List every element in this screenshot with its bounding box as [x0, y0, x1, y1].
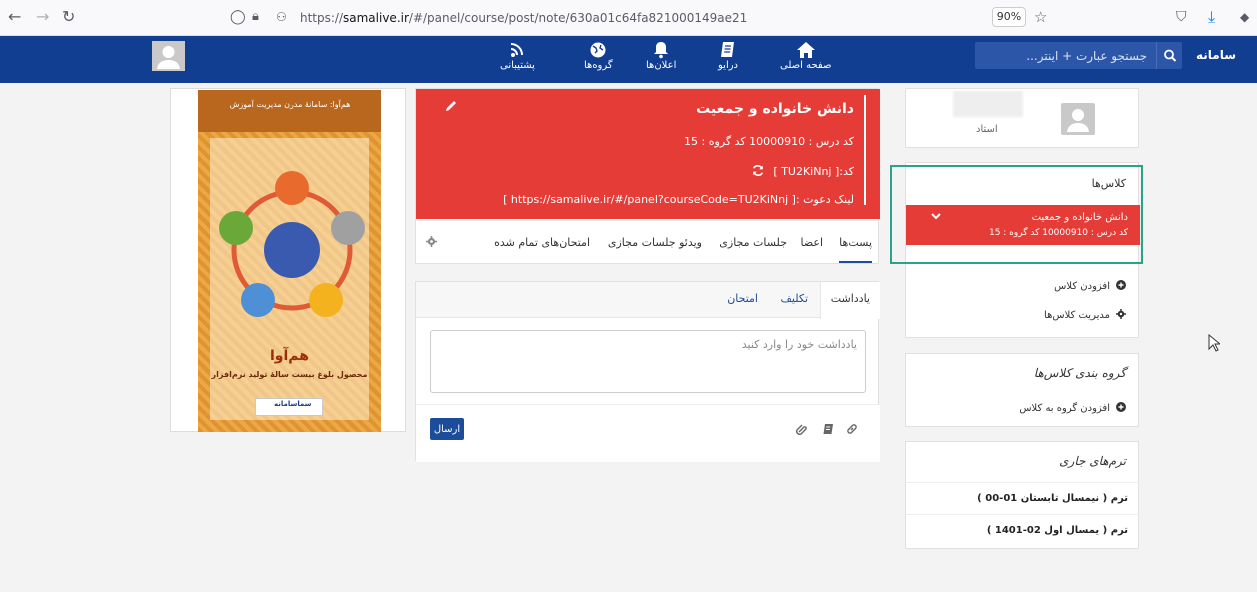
poster-cycle-diagram: [219, 171, 365, 317]
refresh-icon[interactable]: [752, 165, 764, 176]
gear-icon: [1116, 309, 1126, 319]
browser-toolbar: ← → ↻ ◯ 🔒︎ ⚇ https://samalive.ir/#/panel…: [0, 0, 1257, 36]
tab-virtual-sessions[interactable]: جلسات مجازی: [719, 236, 787, 249]
add-group-label: افزودن گروه به کلاس: [1019, 403, 1110, 414]
term-item[interactable]: ترم ( یمسال اول 02-1401 ): [906, 514, 1140, 546]
terms-title: ترم‌های جاری: [1059, 454, 1126, 468]
tab-finished-exams[interactable]: امتحان‌های تمام شده: [494, 236, 590, 249]
user-avatar[interactable]: [152, 41, 185, 71]
permissions-icon[interactable]: ⚇: [276, 8, 287, 26]
manage-classes-link[interactable]: مدیریت کلاس‌ها: [1044, 309, 1126, 321]
invite-code: کد:[ TU2KiNnj ]: [752, 165, 854, 178]
tab-note[interactable]: یادداشت: [819, 282, 880, 319]
nav-support[interactable]: پشتیبانی: [500, 41, 535, 71]
drive-icon: [718, 41, 738, 59]
mouse-cursor-icon: [1208, 334, 1220, 352]
nav-label: اعلان‌ها: [646, 60, 677, 71]
class-groups-title: گروه بندی کلاس‌ها: [1033, 366, 1126, 380]
edit-pencil-icon[interactable]: [444, 99, 458, 113]
term-label: ترم ( یمسال اول 02-1401 ): [986, 525, 1128, 536]
teacher-card: استاد: [905, 88, 1139, 148]
attachment-icon[interactable]: [796, 423, 808, 435]
brand-logo[interactable]: سامانه: [1196, 48, 1236, 62]
poster-subtitle: محصول بلوغ بیست سالهٔ تولید نرم‌افزار: [211, 370, 368, 379]
nav-label: درایو: [718, 60, 739, 71]
extensions-icon[interactable]: ◆: [1240, 8, 1249, 26]
ad-poster[interactable]: هم‌آوا: سامانهٔ مدرن مدیریت آموزش هم‌آوا…: [198, 90, 381, 432]
tab-posts[interactable]: پست‌ها: [839, 236, 872, 263]
poster-header-text: هم‌آوا: سامانهٔ مدرن مدیریت آموزش: [229, 100, 351, 109]
nav-home[interactable]: صفحه اصلی: [780, 41, 831, 71]
post-composer: یادداشت تکلیف امتحان ارسال: [415, 281, 880, 462]
nav-label: صفحه اصلی: [780, 60, 832, 71]
teacher-avatar[interactable]: [1061, 103, 1095, 135]
gear-icon[interactable]: [426, 236, 437, 247]
bookmark-star-icon[interactable]: ☆: [1034, 8, 1047, 26]
search-box: [975, 42, 1182, 69]
add-class-label: افزودن کلاس: [1054, 281, 1110, 292]
nav-notifications[interactable]: اعلان‌ها: [646, 41, 676, 71]
manage-classes-label: مدیریت کلاس‌ها: [1044, 310, 1110, 321]
rss-icon: [507, 41, 527, 59]
search-input[interactable]: [975, 42, 1155, 69]
terms-card: ترم‌های جاری ترم ( نیمسال تابستان 01-00 …: [905, 441, 1140, 549]
invite-code-text: کد:[ TU2KiNnj ]: [773, 165, 854, 178]
home-icon: [796, 41, 816, 59]
course-title: دانش خانواده و جمعیت: [696, 101, 854, 117]
post-footer: ارسال: [416, 404, 880, 462]
ad-poster-card: هم‌آوا: سامانهٔ مدرن مدیریت آموزش هم‌آوا…: [170, 88, 406, 432]
add-class-link[interactable]: افزودن کلاس: [1054, 280, 1126, 292]
term-item[interactable]: ترم ( نیمسال تابستان 01-00 ): [906, 482, 1140, 514]
search-button[interactable]: [1156, 42, 1182, 69]
nav-drive[interactable]: درایو: [718, 41, 738, 71]
forward-icon[interactable]: →: [36, 8, 49, 26]
course-header: دانش خانواده و جمعیت کد درس : 10000910 ک…: [416, 89, 880, 219]
term-label: ترم ( نیمسال تابستان 01-00 ): [977, 493, 1128, 504]
note-input[interactable]: [430, 330, 866, 393]
nav-label: پشتیبانی: [500, 60, 535, 71]
plus-circle-icon: [1116, 402, 1126, 412]
globe-icon: [588, 41, 608, 59]
address-bar[interactable]: ◯ 🔒︎ ⚇ https://samalive.ir/#/panel/cours…: [222, 4, 1072, 32]
book-icon[interactable]: [822, 423, 834, 435]
post-tabs: یادداشت تکلیف امتحان: [416, 282, 880, 319]
course-code: کد درس : 10000910 کد گروه : 15: [684, 135, 854, 148]
invite-link[interactable]: لینک دعوت :[ https://samalive.ir/#/panel…: [503, 193, 854, 206]
top-navbar: پشتیبانی گروه‌ها اعلان‌ها درایو صفحه اصل…: [0, 36, 1257, 83]
send-button[interactable]: ارسال: [430, 418, 464, 440]
class-groups-card: گروه بندی کلاس‌ها افزودن گروه به کلاس: [905, 353, 1139, 427]
shield-icon[interactable]: ◯: [230, 8, 246, 26]
course-tabs: پست‌ها اعضا جلسات مجازی ویدئو جلسات مجاز…: [416, 220, 880, 264]
lock-icon[interactable]: 🔒︎: [252, 8, 259, 26]
plus-circle-icon: [1116, 280, 1126, 290]
poster-logo-text: سماسامانه: [274, 400, 312, 408]
zoom-level[interactable]: 90%: [992, 7, 1026, 27]
tab-exam[interactable]: امتحان: [717, 282, 768, 318]
reload-icon[interactable]: ↻: [62, 8, 75, 26]
header-accent-bar: [864, 95, 866, 205]
tab-assignment[interactable]: تکلیف: [771, 282, 818, 318]
tab-session-videos[interactable]: ویدئو جلسات مجازی: [608, 236, 702, 249]
tab-members[interactable]: اعضا: [800, 236, 823, 249]
highlight-annotation: [890, 165, 1143, 264]
link-icon[interactable]: [846, 423, 858, 435]
back-icon[interactable]: ←: [8, 8, 21, 26]
nav-label: گروه‌ها: [584, 60, 613, 71]
poster-logo: سماسامانه: [255, 398, 323, 416]
teacher-name-redacted: [953, 91, 1023, 117]
nav-groups[interactable]: گروه‌ها: [584, 41, 613, 71]
download-icon[interactable]: ⤓: [1208, 8, 1215, 26]
user-silhouette-icon: [1067, 109, 1089, 132]
poster-header: هم‌آوا: سامانهٔ مدرن مدیریت آموزش: [198, 90, 381, 132]
bell-icon: [651, 41, 671, 59]
teacher-role: استاد: [976, 124, 998, 135]
search-icon: [1164, 49, 1177, 62]
course-card: دانش خانواده و جمعیت کد درس : 10000910 ک…: [415, 88, 880, 264]
pocket-icon[interactable]: ⛉: [1176, 8, 1187, 26]
url-text[interactable]: https://samalive.ir/#/panel/course/post/…: [300, 11, 747, 25]
user-silhouette-icon: [157, 46, 180, 69]
poster-title: هم‌آوا: [270, 348, 309, 364]
add-group-link[interactable]: افزودن گروه به کلاس: [1019, 402, 1126, 414]
